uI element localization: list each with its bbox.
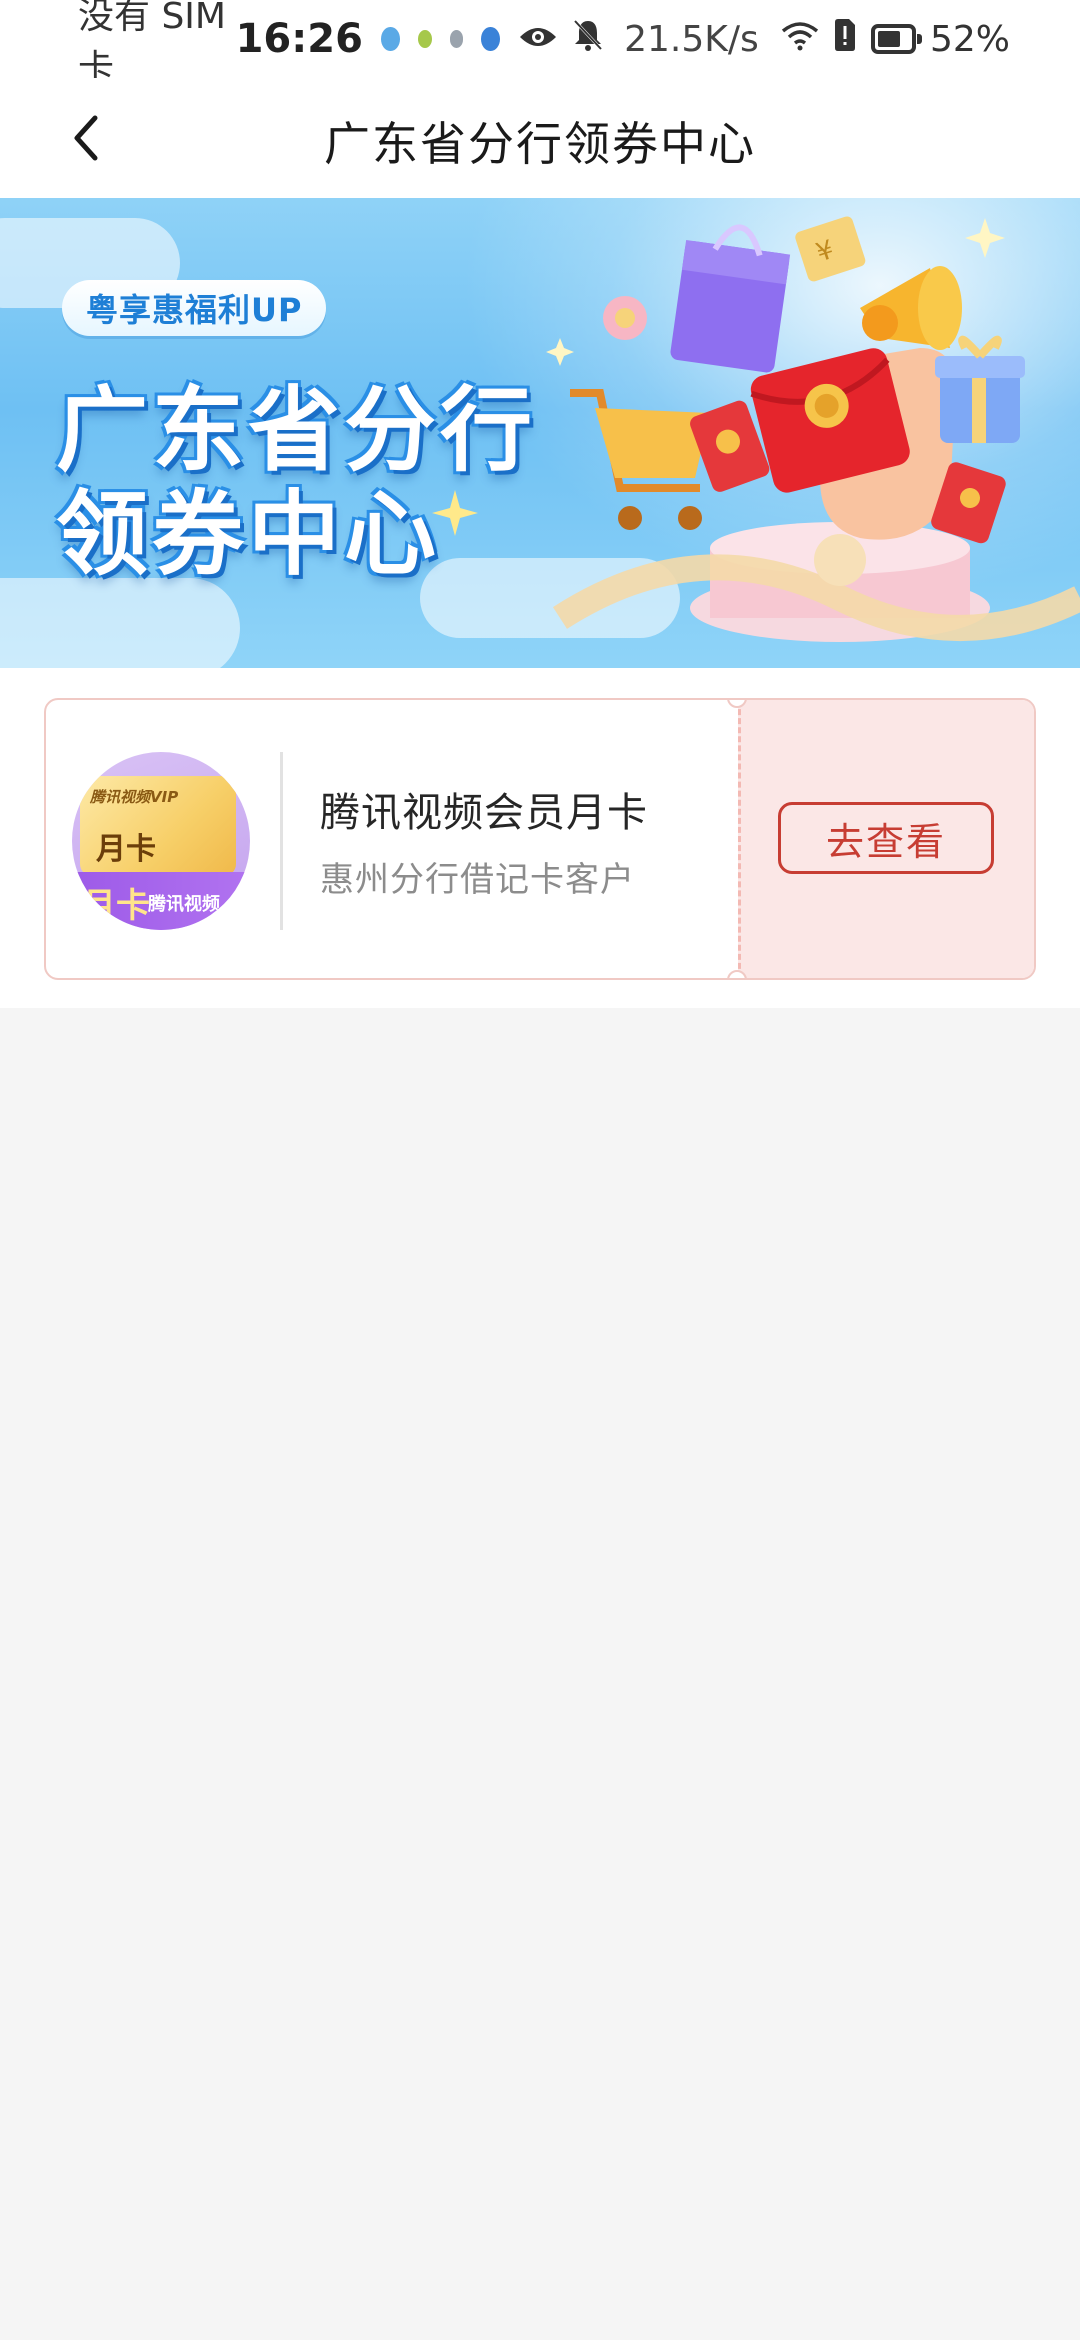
battery-percent: 52% [930, 18, 1011, 60]
page-title: 广东省分行领券中心 [324, 117, 756, 171]
nav-bar: 广东省分行领券中心 [0, 78, 1080, 198]
battery-icon [870, 24, 923, 54]
coupon-card[interactable]: 腾讯视频VIP 月卡 月卡 腾讯视频 腾讯视频会员月卡 惠州分行借记卡客户 去查… [44, 698, 1036, 980]
promo-banner: 粤享惠福利UP 广东省分行 领券中心 ¥ [0, 198, 1080, 668]
coupon-name: 腾讯视频会员月卡 [320, 790, 648, 836]
app-notification-icon [417, 30, 432, 48]
battery-level [877, 31, 900, 47]
promo-illustration: ¥ [546, 216, 1080, 642]
status-time: 16:26 [235, 16, 363, 62]
eye-icon [518, 19, 558, 60]
network-speed: 21.5K/s [624, 18, 759, 60]
coupon-list: 腾讯视频VIP 月卡 月卡 腾讯视频 腾讯视频会员月卡 惠州分行借记卡客户 去查… [0, 668, 1080, 1008]
app-notification-icon [481, 27, 501, 51]
view-coupon-button[interactable]: 去查看 [778, 802, 994, 874]
vip-card-image: 腾讯视频VIP 月卡 [80, 776, 236, 876]
sim-alert-icon [833, 18, 857, 61]
sparkle-icon [432, 490, 478, 536]
app-notification-icon [449, 30, 464, 48]
coupon-subtitle: 惠州分行借记卡客户 [320, 860, 635, 900]
thumb-brand: 腾讯视频VIP [90, 788, 179, 806]
wifi-icon [781, 19, 819, 60]
bell-muted-icon [572, 18, 604, 61]
thumb-strip-text: 腾讯视频 [148, 894, 220, 915]
thumb-strip: 月卡 腾讯视频 [72, 872, 250, 930]
thumb-strip-big: 月卡 [82, 886, 150, 926]
empty-area [0, 1008, 1080, 2340]
coupon-thumbnail: 腾讯视频VIP 月卡 月卡 腾讯视频 [72, 752, 250, 930]
app-notification-icon [380, 27, 400, 51]
thumb-card-label: 月卡 [96, 832, 156, 867]
banner-tag: 粤享惠福利UP [62, 280, 327, 336]
coupon-divider [280, 752, 283, 930]
banner-headline-line2: 领券中心 [56, 481, 441, 588]
status-bar: 没有 SIM 卡 16:26 21.5K/s 52% [0, 0, 1080, 89]
